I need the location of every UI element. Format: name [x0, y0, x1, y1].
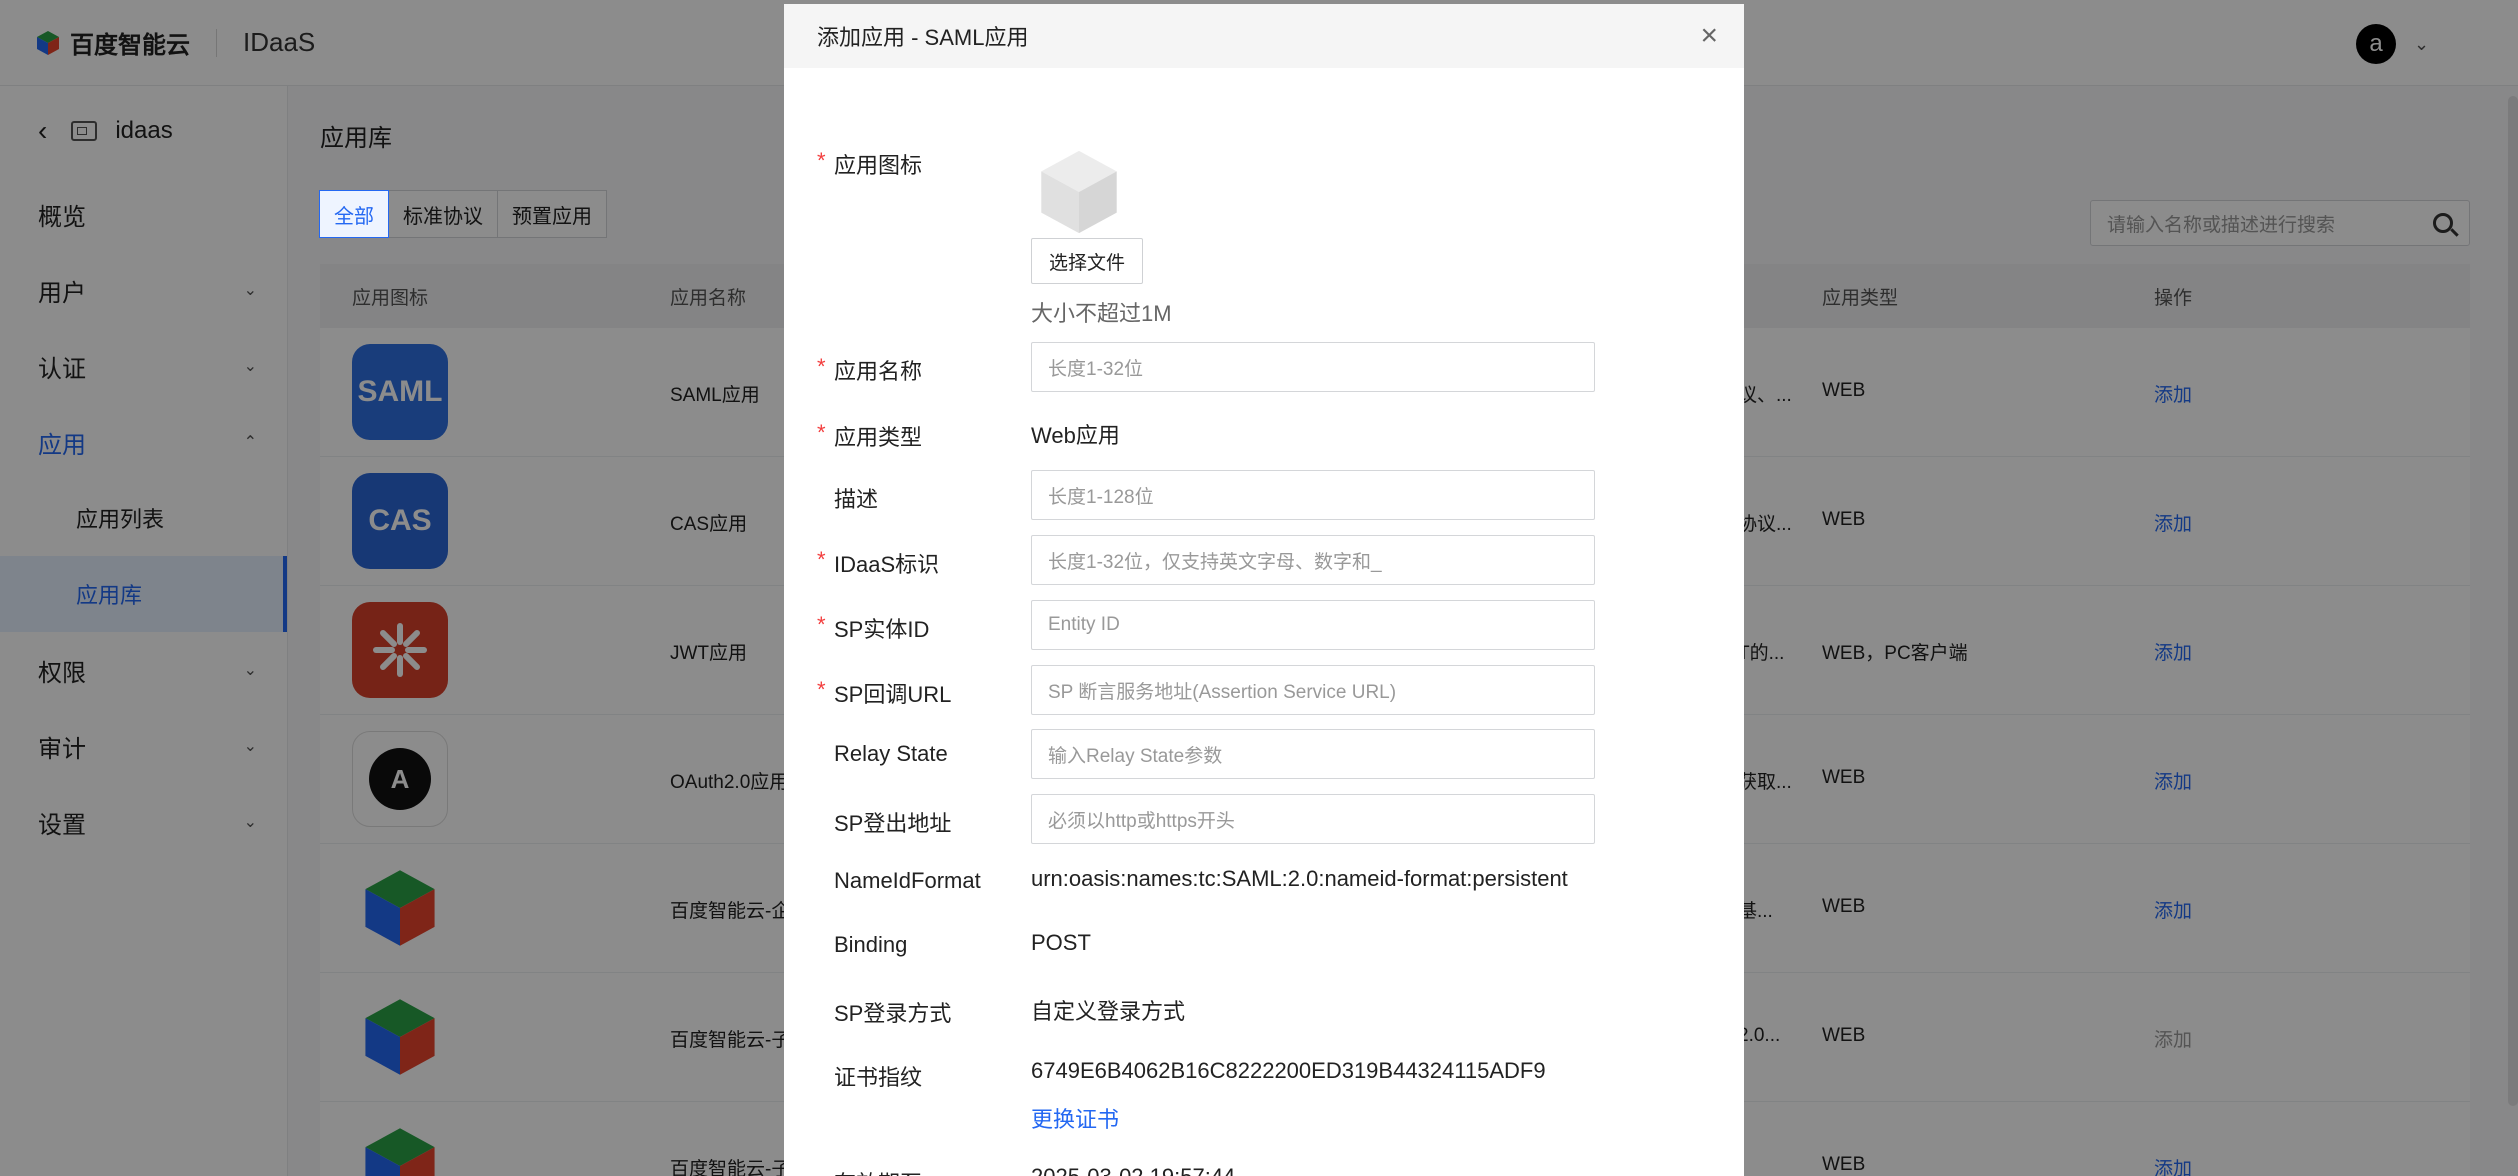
relay-state-placeholder: 输入Relay State参数 [1048, 745, 1223, 767]
app-type-label: 应用类型 [834, 425, 923, 450]
tab-all[interactable]: 全部 [319, 190, 389, 238]
app-type-value: Web应用 [1031, 423, 1120, 448]
relay-state-label: Relay State [834, 741, 948, 766]
idaas-id-placeholder: 长度1-32位，仅支持英文字母、数字和_ [1048, 551, 1382, 573]
required-mark: * [817, 612, 826, 637]
dialog-header: 添加应用 - SAML应用 × [784, 4, 1744, 68]
required-mark: * [817, 420, 826, 445]
sp-entity-id-label: SP实体ID [834, 617, 930, 642]
cert-fingerprint-label: 证书指纹 [834, 1065, 923, 1090]
choose-file-button[interactable]: 选择文件 [1031, 238, 1143, 284]
description-input[interactable]: 长度1-128位 [1031, 470, 1595, 520]
nameid-format-label: NameIdFormat [834, 868, 981, 893]
sp-callback-url-label: SP回调URL [834, 682, 952, 707]
add-app-dialog: 添加应用 - SAML应用 × * 应用图标 选择文件 大小不超过1M * 应用… [784, 4, 1744, 1176]
change-cert-link[interactable]: 更换证书 [1031, 1102, 1119, 1134]
icon-size-hint: 大小不超过1M [1031, 301, 1172, 326]
nameid-format-value: urn:oasis:names:tc:SAML:2.0:nameid-forma… [1031, 866, 1568, 891]
app-name-input[interactable]: 长度1-32位 [1031, 342, 1595, 392]
binding-label: Binding [834, 932, 908, 957]
sp-logout-url-placeholder: 必须以http或https开头 [1048, 810, 1235, 832]
dialog-title: 添加应用 - SAML应用 [817, 25, 1029, 50]
sp-logout-url-input[interactable]: 必须以http或https开头 [1031, 794, 1595, 844]
sp-entity-id-input[interactable]: Entity ID [1031, 600, 1595, 650]
app-name-label: 应用名称 [834, 359, 923, 384]
expire-date-value: 2025-03-02 19:57:44 [1031, 1164, 1235, 1176]
required-mark: * [817, 677, 826, 702]
cert-fingerprint-value: 6749E6B4062B16C8222200ED319B44324115ADF9 [1031, 1058, 1546, 1083]
app-icon-label: 应用图标 [834, 153, 923, 178]
description-placeholder: 长度1-128位 [1048, 486, 1154, 508]
binding-value: POST [1031, 930, 1091, 955]
sp-login-mode-label: SP登录方式 [834, 1001, 952, 1026]
required-mark: * [817, 354, 826, 379]
sp-login-mode-value: 自定义登录方式 [1031, 999, 1186, 1024]
app-name-placeholder: 长度1-32位 [1048, 358, 1144, 380]
sp-logout-url-label: SP登出地址 [834, 811, 952, 836]
close-icon[interactable]: × [1700, 19, 1718, 53]
description-label: 描述 [834, 487, 879, 512]
required-mark: * [817, 148, 826, 173]
required-mark: * [817, 547, 826, 572]
sp-entity-id-placeholder: Entity ID [1048, 614, 1120, 635]
sp-callback-url-placeholder: SP 断言服务地址(Assertion Service URL) [1048, 681, 1397, 703]
expire-date-label: 有效期至 [834, 1166, 922, 1176]
sp-callback-url-input[interactable]: SP 断言服务地址(Assertion Service URL) [1031, 665, 1595, 715]
app-icon-placeholder-icon [1041, 150, 1117, 234]
idaas-id-label: IDaaS标识 [834, 552, 940, 577]
idaas-id-input[interactable]: 长度1-32位，仅支持英文字母、数字和_ [1031, 535, 1595, 585]
relay-state-input[interactable]: 输入Relay State参数 [1031, 729, 1595, 779]
